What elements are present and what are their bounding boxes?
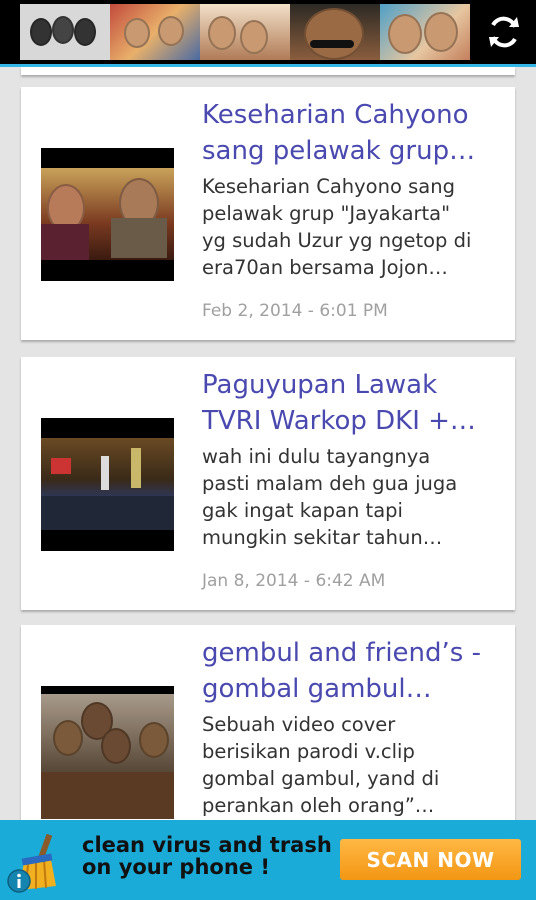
post-thumbnail[interactable] xyxy=(41,686,174,819)
refresh-button[interactable] xyxy=(482,10,526,54)
scan-now-button[interactable]: SCAN NOW xyxy=(340,839,521,880)
app-header xyxy=(0,0,536,64)
banner-panel xyxy=(380,4,470,60)
post-snippet: Sebuah video cover berisikan parodi v.cl… xyxy=(202,713,440,817)
banner-panel xyxy=(200,4,290,60)
post-title[interactable]: gembul and friend’s - gombal gambul… xyxy=(202,635,502,707)
post-title[interactable]: Paguyupan Lawak TVRI Warkop DKI +… xyxy=(202,367,502,439)
refresh-icon xyxy=(489,16,519,48)
post-card[interactable]: gembul and friend’s - gombal gambul… Seb… xyxy=(21,625,515,820)
ad-banner[interactable]: clean virus and trash on your phone ! SC… xyxy=(0,820,536,900)
ad-message: clean virus and trash on your phone ! xyxy=(82,833,332,879)
previous-card-edge xyxy=(21,67,515,75)
post-date: Jan 8, 2014 - 6:42 AM xyxy=(202,571,386,591)
banner-panel xyxy=(110,4,200,60)
post-thumbnail[interactable] xyxy=(41,148,174,281)
header-banner-image xyxy=(20,4,470,60)
banner-panel xyxy=(290,4,380,60)
banner-panel xyxy=(20,4,110,60)
post-title[interactable]: Keseharian Cahyono sang pelawak grup… xyxy=(202,97,502,169)
post-card[interactable]: Paguyupan Lawak TVRI Warkop DKI +… wah i… xyxy=(21,357,515,610)
post-card[interactable]: Keseharian Cahyono sang pelawak grup… Ke… xyxy=(21,87,515,340)
post-snippet: wah ini dulu tayangnya pasti malam deh g… xyxy=(202,445,458,549)
post-feed[interactable]: Keseharian Cahyono sang pelawak grup… Ke… xyxy=(0,67,536,820)
post-snippet: Keseharian Cahyono sang pelawak grup "Ja… xyxy=(202,175,472,279)
post-thumbnail[interactable] xyxy=(41,418,174,551)
post-date: Feb 2, 2014 - 6:01 PM xyxy=(202,301,388,321)
info-icon[interactable] xyxy=(6,868,32,894)
